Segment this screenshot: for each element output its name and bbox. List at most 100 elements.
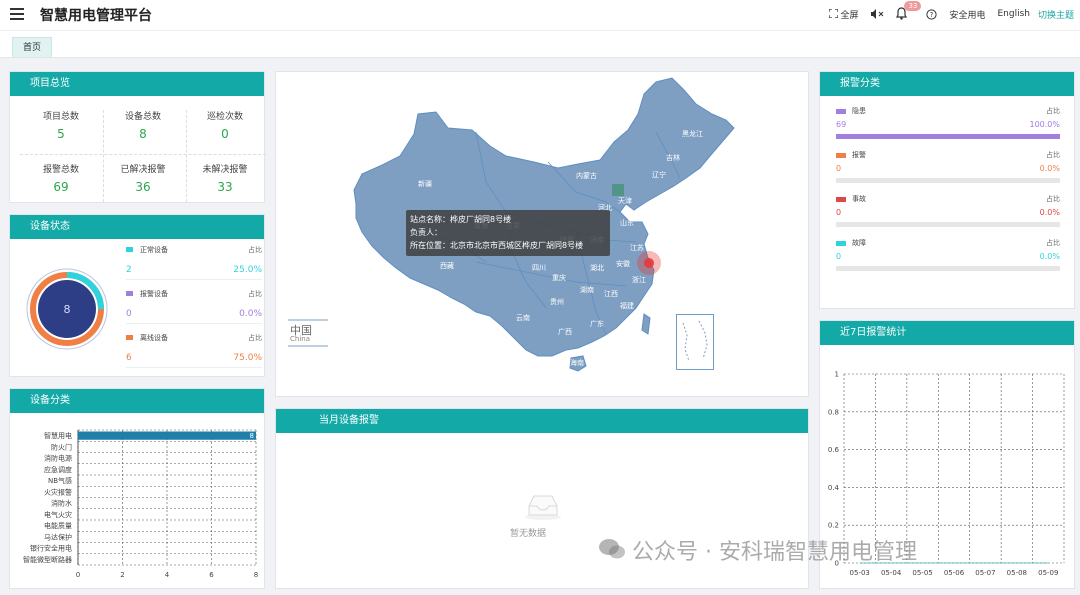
province-label: 山东 [620,218,634,227]
safety-link[interactable]: 安全用电 [949,8,985,21]
status-name: 正常设备 [140,246,168,254]
notification-button[interactable]: 33 [896,1,922,21]
stat-value: 0 [221,127,229,141]
tooltip-site-name: 站点名称：桦皮厂胡同8号楼 [410,215,512,224]
tooltip-contact: 负责人： [410,228,442,237]
mute-icon[interactable] [870,9,884,19]
province-label: 广西 [558,327,572,336]
province-label: 西藏 [440,261,454,270]
province-label: 湖北 [590,263,604,272]
ratio-label: 占比 [248,334,262,342]
category-label: 电能质量 [44,521,72,530]
alarm-progress-track [836,134,1060,139]
x-tick-label: 05-05 [912,569,932,577]
y-tick-label: 0.2 [828,522,839,530]
south-sea-islands [682,320,708,362]
alarm-category-panel: 报警分类 隐患 占比 69 100.0% 报警 占比 0 0.0% 事故 占比 … [819,71,1075,309]
wechat-icon [599,539,625,559]
x-tick-label: 05-06 [944,569,965,577]
x-tick-label: 05-07 [975,569,995,577]
legend-swatch [836,109,846,114]
app-title: 智慧用电管理平台 [40,8,152,24]
fullscreen-button[interactable]: 全屏 [827,7,858,21]
y-tick-label: 0.6 [828,446,840,454]
ratio-label: 占比 [248,290,262,298]
beijing-highlight [612,184,624,196]
category-label: 消防水 [51,499,72,508]
status-percent: 25.0% [233,265,262,275]
stat-value: 36 [135,180,151,194]
alarm-category-title: 报警分类 [820,72,1074,96]
south-sea-inset [676,314,714,370]
legend-swatch [836,241,846,246]
ratio-label: 占比 [248,246,262,254]
language-switch[interactable]: English [997,9,1030,19]
ring-center-value: 8 [64,303,71,316]
category-label: NB气感 [48,476,72,485]
province-label: 江西 [604,290,618,298]
map-panel: 黑龙江 吉林 辽宁 内蒙古 新疆 西藏 青海 四川 重庆 贵州 云南 广西 广东… [275,71,809,397]
alarm-progress-track [836,222,1060,227]
top-bar: 智慧用电管理平台 全屏 33 ? 安全用电 English 切换主题 [0,0,1080,30]
alarm-row-fault: 故障 占比 0 0.0% [836,238,1060,282]
status-percent: 0.0% [239,309,262,319]
tab-bar: 首页 [0,30,1080,58]
province-label: 四川 [532,264,546,272]
category-label: 智能微型断路器 [23,555,72,564]
watermark-text: 公众号 · 安科瑞智慧用电管理 [632,540,917,565]
weekly-alarms-title: 近7日报警统计 [820,321,1074,345]
stat-label: 设备总数 [124,112,161,122]
divider [20,154,266,155]
stat-alarms: 报警总数 69 [20,162,102,194]
stat-value: 8 [139,127,147,141]
site-marker[interactable] [644,258,654,268]
ratio-label: 占比 [1046,107,1060,115]
province-label: 内蒙古 [576,171,597,180]
ratio-label: 占比 [1046,239,1060,247]
legend-swatch [126,247,133,252]
divider [186,110,187,202]
alarm-progress-fill [836,134,1060,139]
svg-text:?: ? [930,11,934,19]
x-tick-label: 05-03 [850,569,870,577]
alarm-count: 0 [836,208,842,217]
legend-swatch [836,197,846,202]
province-label: 黑龙江 [682,129,703,138]
alarm-percent: 0.0% [1039,208,1060,217]
alarm-percent: 0.0% [1039,164,1060,173]
menu-toggle-icon[interactable] [10,8,24,20]
site-tooltip: 站点名称：桦皮厂胡同8号楼 负责人： 所在位置：北京市北京市西城区桦皮厂胡同8号… [406,210,610,256]
status-row-normal: 正常设备 占比 2 25.0% [126,243,262,287]
stat-value: 69 [53,180,69,194]
stat-devices: 设备总数 8 [102,109,184,141]
x-tick-label: 6 [209,571,214,579]
alarm-row-alarm: 报警 占比 0 0.0% [836,150,1060,194]
province-label: 广东 [590,319,604,328]
legend-swatch [836,153,846,158]
province-label: 福建 [620,301,634,310]
device-status-ring-chart: 8 [26,268,108,350]
theme-switch[interactable]: 切换主题 [1038,8,1074,21]
project-overview-panel: 项目总览 项目总数 5 设备总数 8 巡检次数 0 报警总数 69 已解决报警 36 未解… [9,71,266,203]
stat-label: 报警总数 [42,165,79,175]
category-label: 马达保护 [44,532,72,541]
province-label: 湖南 [580,285,594,294]
bar-data-label: 8 [250,432,254,440]
device-category-panel: 设备分类 0 2 4 6 8 智慧用电 8 防火门 消防电源 应急调度 NB气感 火灾报警 消防水 电气火… [9,388,265,589]
category-label: 智慧用电 [44,431,72,440]
help-icon[interactable]: ? [926,8,938,20]
map-legend-en: China [290,335,310,343]
status-count: 2 [126,265,132,275]
tab-home[interactable]: 首页 [12,37,53,57]
province-label: 江苏 [630,243,644,252]
category-label: 火灾报警 [44,487,72,496]
category-label: 消防电源 [44,454,72,463]
notification-badge: 33 [904,1,922,11]
legend-swatch [126,291,133,296]
empty-state-text: 暂无数据 [510,529,547,539]
stat-value: 33 [217,180,233,194]
alarm-name: 隐患 [852,107,866,115]
x-tick-label: 05-09 [1038,569,1058,577]
device-category-bar-chart: 0 2 4 6 8 智慧用电 8 防火门消防电源应急调度 NB气感火灾报警消防水电气火灾电能质量… [23,429,258,579]
alarm-progress-track [836,178,1060,183]
